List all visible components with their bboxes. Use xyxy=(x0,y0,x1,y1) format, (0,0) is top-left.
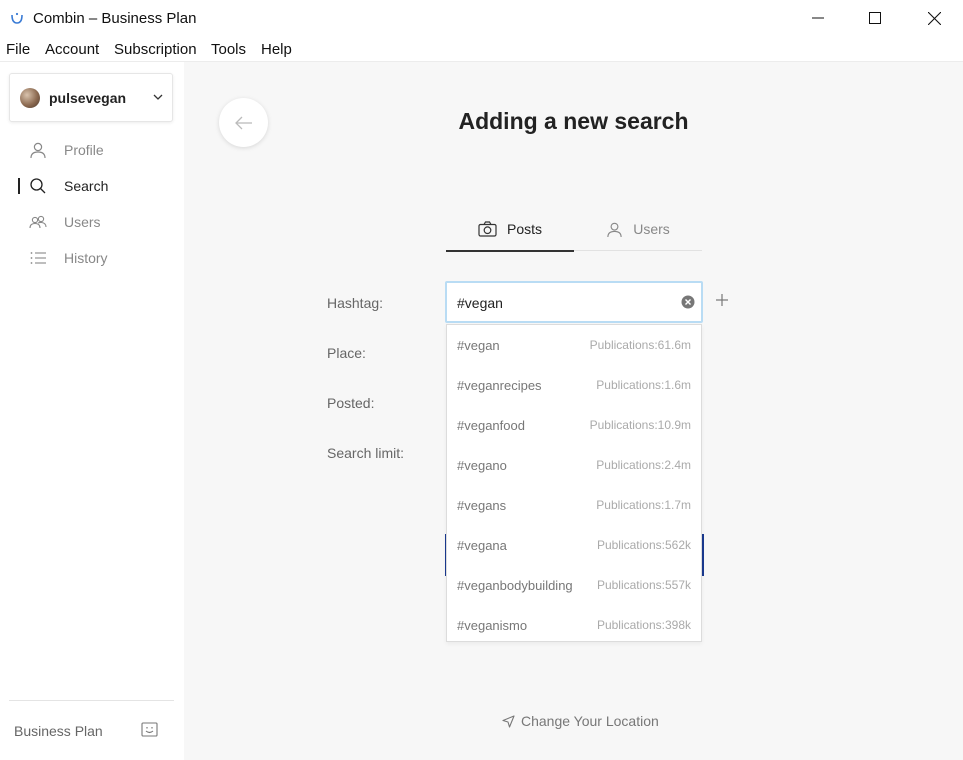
arrow-left-icon xyxy=(234,116,252,129)
list-item[interactable]: #veganismo Publications:398k xyxy=(447,605,701,645)
list-item[interactable]: #vegana Publications:562k xyxy=(447,525,701,565)
minimize-icon xyxy=(812,17,824,19)
menu-bar: File Account Subscription Tools Help xyxy=(0,36,963,62)
suggestion-count: Publications:61.6m xyxy=(589,338,691,352)
change-location-link[interactable]: Change Your Location xyxy=(502,713,659,729)
sidebar-item-label: Users xyxy=(64,214,101,230)
tab-label: Users xyxy=(633,221,670,237)
suggestion-tag: #vegana xyxy=(457,537,507,553)
hashtag-suggestions: #vegan Publications:61.6m #veganrecipes … xyxy=(446,324,702,642)
sidebar-item-profile[interactable]: Profile xyxy=(0,135,184,165)
list-item[interactable]: #veganrecipes Publications:1.6m xyxy=(447,365,701,405)
sidebar-item-label: History xyxy=(64,250,108,266)
list-icon xyxy=(30,252,46,264)
menu-help[interactable]: Help xyxy=(261,41,292,58)
sidebar-item-users[interactable]: Users xyxy=(0,207,184,237)
search-icon xyxy=(30,178,46,194)
suggestion-count: Publications:10.9m xyxy=(589,418,691,432)
sidebar-item-label: Profile xyxy=(64,142,104,158)
posted-label: Posted: xyxy=(327,395,375,411)
suggestion-count: Publications:562k xyxy=(596,538,691,552)
sidebar-item-history[interactable]: History xyxy=(0,243,184,273)
suggestion-count: Publications:557k xyxy=(596,578,691,592)
suggestion-count: Publications:1.7m xyxy=(596,498,691,512)
maximize-icon xyxy=(869,12,881,24)
menu-tools[interactable]: Tools xyxy=(211,41,246,58)
sidebar-divider xyxy=(9,700,174,701)
camera-icon xyxy=(478,220,497,237)
search-type-tabs: Posts Users xyxy=(446,207,702,252)
window-title: Combin – Business Plan xyxy=(33,10,197,27)
menu-subscription[interactable]: Subscription xyxy=(114,41,197,58)
search-limit-label: Search limit: xyxy=(327,445,405,461)
change-location-label: Change Your Location xyxy=(521,713,659,729)
suggestion-count: Publications:2.4m xyxy=(596,458,691,472)
title-bar: Combin – Business Plan xyxy=(0,0,963,36)
combin-logo-icon xyxy=(11,12,23,24)
menu-file[interactable]: File xyxy=(6,41,30,58)
back-button[interactable] xyxy=(219,98,268,147)
suggestion-count: Publications:1.6m xyxy=(596,378,691,392)
suggestion-tag: #vegans xyxy=(457,497,507,513)
hashtag-input[interactable] xyxy=(457,294,667,312)
list-item[interactable]: #veganfood Publications:10.9m xyxy=(447,405,701,445)
plus-icon[interactable] xyxy=(715,293,729,307)
suggestion-tag: #vegan xyxy=(457,337,500,353)
list-item[interactable]: #vegans Publications:1.7m xyxy=(447,485,701,525)
maximize-button[interactable] xyxy=(846,0,904,36)
hashtag-label: Hashtag: xyxy=(327,295,384,311)
main-panel: Adding a new search Posts Users Hashtag:… xyxy=(184,62,963,760)
tab-label: Posts xyxy=(506,220,542,237)
sidebar: pulsevegan Profile Search Users History … xyxy=(0,62,184,760)
list-item[interactable]: #vegano Publications:2.4m xyxy=(447,445,701,485)
sidebar-item-label: Search xyxy=(64,178,109,194)
sidebar-item-search[interactable]: Search xyxy=(0,171,184,201)
suggestion-count: Publications:398k xyxy=(596,618,691,632)
list-item[interactable]: #vegan Publications:61.6m xyxy=(447,325,701,365)
list-item[interactable]: #veganbodybuilding Publications:557k xyxy=(447,565,701,605)
suggestion-tag: #veganbodybuilding xyxy=(457,577,573,593)
users-icon xyxy=(29,215,47,229)
tab-users[interactable]: Users xyxy=(574,207,702,251)
feedback-icon[interactable] xyxy=(141,722,158,737)
account-switcher[interactable]: pulsevegan xyxy=(9,73,173,122)
suggestion-tag: #vegano xyxy=(457,457,507,473)
hashtag-field[interactable] xyxy=(445,281,703,323)
clear-icon[interactable] xyxy=(681,295,695,309)
user-icon xyxy=(30,142,46,159)
chevron-down-icon xyxy=(153,94,163,100)
active-indicator xyxy=(18,178,20,194)
suggestion-tag: #veganfood xyxy=(457,417,525,433)
user-icon xyxy=(607,222,622,237)
page-title: Adding a new search xyxy=(458,108,689,134)
tab-posts[interactable]: Posts xyxy=(446,207,574,252)
suggestion-tag: #veganismo xyxy=(457,617,528,633)
plan-label: Business Plan xyxy=(14,723,103,739)
suggestion-tag: #veganrecipes xyxy=(457,377,542,393)
avatar xyxy=(20,88,40,108)
menu-account[interactable]: Account xyxy=(45,41,99,58)
place-label: Place: xyxy=(327,345,366,361)
close-window-button[interactable] xyxy=(905,0,963,36)
account-name: pulsevegan xyxy=(49,90,127,106)
minimize-button[interactable] xyxy=(789,0,847,36)
location-arrow-icon xyxy=(502,714,515,728)
close-icon xyxy=(927,11,941,25)
